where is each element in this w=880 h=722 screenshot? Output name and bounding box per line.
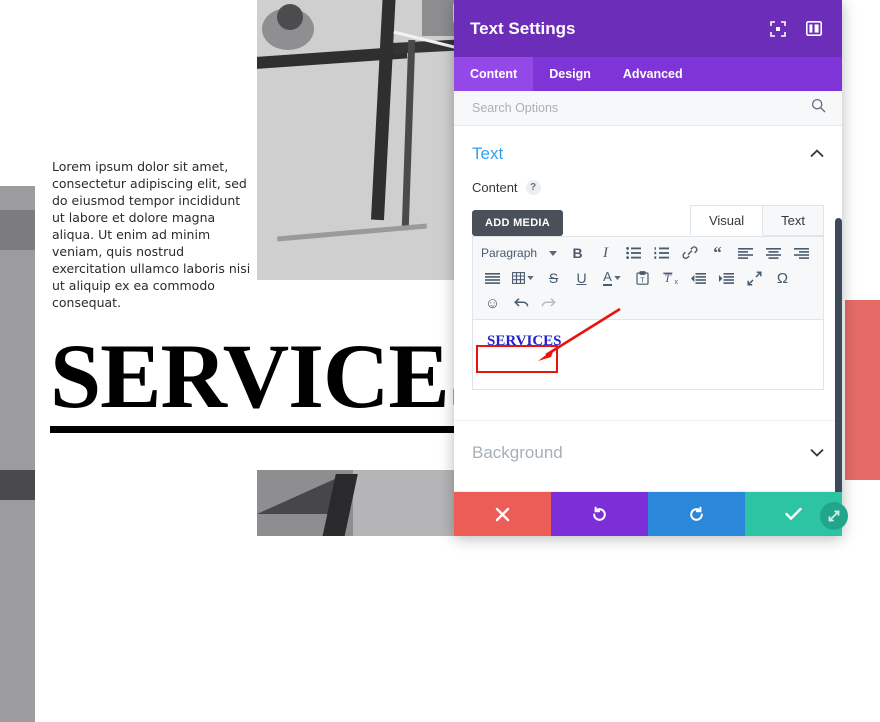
bold-icon[interactable]: B <box>564 241 591 265</box>
paste-as-text-icon[interactable]: T <box>629 266 656 290</box>
align-justify-icon[interactable] <box>479 266 506 290</box>
link-icon[interactable] <box>676 241 703 265</box>
red-accent-block <box>845 300 880 480</box>
chevron-up-icon[interactable] <box>810 145 824 163</box>
align-left-icon[interactable] <box>732 241 759 265</box>
tab-design[interactable]: Design <box>533 57 607 91</box>
redo-icon[interactable] <box>535 291 562 315</box>
search-options-row <box>454 91 842 126</box>
align-center-icon[interactable] <box>760 241 787 265</box>
tab-content[interactable]: Content <box>454 57 534 91</box>
editor-topbar: ADD MEDIA Visual Text <box>472 205 824 236</box>
modal-action-bar <box>454 492 842 536</box>
modal-header: Text Settings <box>454 0 842 57</box>
text-settings-modal: Text Settings Content Design Advanced Se… <box>454 0 842 536</box>
modal-title: Text Settings <box>470 18 576 38</box>
page-heading-services: SERVICES <box>50 330 500 433</box>
content-field-label: Content <box>472 180 518 195</box>
text-color-icon[interactable]: A <box>596 266 628 290</box>
focus-target-icon[interactable] <box>766 17 790 41</box>
format-select-value: Paragraph <box>481 246 538 260</box>
underline-icon[interactable]: U <box>568 266 595 290</box>
modal-scrollbar[interactable] <box>835 218 842 492</box>
bulleted-list-icon[interactable] <box>620 241 647 265</box>
tab-advanced[interactable]: Advanced <box>607 57 699 91</box>
layout-panel-icon[interactable] <box>802 17 826 41</box>
editor-toolbar: Paragraph B I “ S U A T T x Ω ☺ <box>472 236 824 320</box>
outdent-icon[interactable] <box>685 266 712 290</box>
wysiwyg-editor: ADD MEDIA Visual Text Paragraph B I “ S … <box>472 205 824 390</box>
svg-text:x: x <box>675 279 679 285</box>
cancel-button[interactable] <box>454 492 551 536</box>
modal-body: Text Content ? ADD MEDIA Visual Text Par… <box>454 126 842 492</box>
tab-text[interactable]: Text <box>762 205 824 236</box>
svg-text:T: T <box>640 277 645 284</box>
clear-formatting-icon[interactable]: T x <box>657 266 684 290</box>
italic-icon[interactable]: I <box>592 241 619 265</box>
section-header-text[interactable]: Text <box>454 126 842 170</box>
format-select[interactable]: Paragraph <box>479 241 563 265</box>
page-body-text: Lorem ipsum dolor sit amet, consectetur … <box>52 159 251 310</box>
content-field-label-row: Content ? <box>454 170 842 195</box>
search-icon[interactable] <box>811 98 826 118</box>
section-title-background: Background <box>472 443 563 462</box>
editor-mode-tabs: Visual Text <box>689 205 824 236</box>
align-right-icon[interactable] <box>788 241 815 265</box>
fullscreen-icon[interactable] <box>741 266 768 290</box>
special-character-icon[interactable]: Ω <box>769 266 796 290</box>
indent-icon[interactable] <box>713 266 740 290</box>
section-header-background[interactable]: Background <box>454 421 842 469</box>
add-media-button[interactable]: ADD MEDIA <box>472 210 564 236</box>
chevron-down-icon[interactable] <box>810 444 824 462</box>
modal-tab-bar: Content Design Advanced <box>454 57 842 91</box>
numbered-list-icon[interactable] <box>648 241 675 265</box>
emoji-icon[interactable]: ☺ <box>479 291 506 315</box>
undo-button[interactable] <box>551 492 648 536</box>
search-input[interactable] <box>470 100 811 116</box>
modal-resize-handle[interactable] <box>820 502 848 530</box>
editor-content-area[interactable]: SERVICES <box>472 320 824 390</box>
blockquote-icon[interactable]: “ <box>704 241 731 265</box>
undo-icon[interactable] <box>507 291 534 315</box>
help-icon[interactable]: ? <box>525 180 541 195</box>
tab-visual[interactable]: Visual <box>689 205 764 236</box>
redo-button[interactable] <box>648 492 745 536</box>
section-title-text: Text <box>472 144 504 163</box>
editor-link-services[interactable]: SERVICES <box>487 333 562 349</box>
side-photo-column <box>0 186 35 722</box>
table-icon[interactable] <box>507 266 539 290</box>
strikethrough-icon[interactable]: S <box>540 266 567 290</box>
